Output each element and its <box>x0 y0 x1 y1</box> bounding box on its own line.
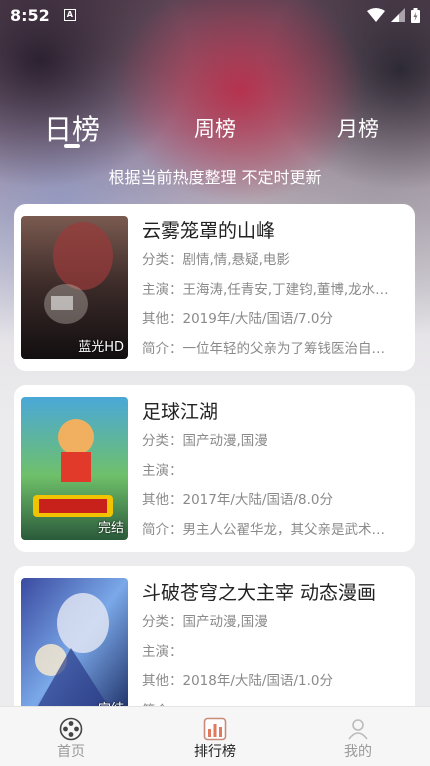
item-category: 分类：国产动漫,国漫 <box>142 433 268 449</box>
nav-home[interactable]: 首页 <box>31 707 111 766</box>
item-summary: 简介：一位年轻的父亲为了筹钱医治自… <box>142 340 385 357</box>
item-title: 足球江湖 <box>142 401 219 423</box>
item-other: 其他：2019年/大陆/国语/7.0分 <box>142 311 333 327</box>
item-title: 云雾笼罩的山峰 <box>142 220 276 242</box>
tab-indicator <box>64 144 80 148</box>
nav-ranking-label: 排行榜 <box>194 744 236 760</box>
a-icon: A <box>63 9 76 21</box>
item-title: 斗破苍穹之大主宰 动态漫画 <box>142 582 377 604</box>
tab-monthly[interactable]: 月榜 <box>337 113 379 143</box>
status-time: 8:52 <box>10 5 50 25</box>
battery-icon <box>411 7 420 23</box>
poster-image: 完结 <box>21 578 128 721</box>
poster-image: 蓝光HD <box>21 216 128 359</box>
item-category: 分类：国产动漫,国漫 <box>142 614 268 630</box>
film-reel-icon <box>59 717 83 741</box>
nav-profile-label: 我的 <box>344 744 372 760</box>
user-icon <box>348 719 368 740</box>
item-other: 其他：2017年/大陆/国语/8.0分 <box>142 492 333 508</box>
list-item[interactable]: 完结 足球江湖 分类：国产动漫,国漫 主演： 其他：2017年/大陆/国语/8.… <box>14 385 415 552</box>
signal-icon <box>391 8 405 22</box>
ranking-tabs: 日榜 周榜 月榜 <box>0 108 430 148</box>
status-badge: 完结 <box>97 521 124 536</box>
item-cast: 主演： <box>142 643 183 660</box>
tab-daily[interactable]: 日榜 <box>44 108 100 148</box>
tab-weekly[interactable]: 周榜 <box>194 113 236 143</box>
quality-badge: 蓝光HD <box>78 340 124 355</box>
item-summary: 简介：男主人公翟华龙，其父亲是武术… <box>142 521 385 538</box>
nav-home-label: 首页 <box>57 744 85 760</box>
item-cast: 主演： <box>142 462 183 479</box>
list-item[interactable]: 蓝光HD 云雾笼罩的山峰 分类：剧情,情,悬疑,电影 主演：王海涛,任青安,丁建… <box>14 204 415 371</box>
nav-profile[interactable]: 我的 <box>318 707 398 766</box>
item-category: 分类：剧情,情,悬疑,电影 <box>142 252 290 268</box>
chart-icon <box>203 717 227 741</box>
item-cast: 主演：王海涛,任青安,丁建钧,董博,龙水… <box>142 281 389 298</box>
bottom-navigation: 首页 排行榜 我的 <box>0 706 430 766</box>
wifi-icon <box>367 8 385 22</box>
nav-ranking[interactable]: 排行榜 <box>175 707 255 766</box>
item-other: 其他：2018年/大陆/国语/1.0分 <box>142 673 333 689</box>
ranking-subtitle: 根据当前热度整理 不定时更新 <box>108 168 322 187</box>
poster-image: 完结 <box>21 397 128 540</box>
status-bar: 8:52 A <box>0 0 430 30</box>
